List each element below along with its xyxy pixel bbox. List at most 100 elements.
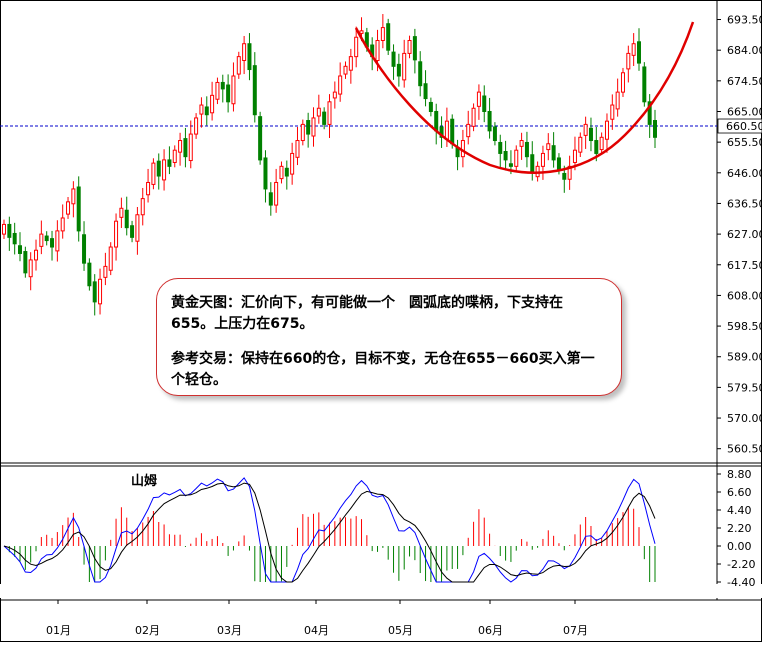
candle-body xyxy=(263,157,268,190)
candle-body xyxy=(306,120,311,135)
candle-body xyxy=(300,123,305,142)
annotation-box: 黄金天图：汇价向下，有可能做一个 圆弧底的喋柄，下支持在655。上压力在675。… xyxy=(156,278,622,396)
candle-body xyxy=(199,104,204,115)
candle-body xyxy=(135,214,140,242)
candle-body xyxy=(642,66,647,103)
candle-body xyxy=(172,149,177,163)
candle-body xyxy=(12,232,17,245)
candle-body xyxy=(258,116,263,161)
candle-body xyxy=(620,72,625,93)
candle-body xyxy=(114,220,119,248)
y-tick-label: 646.00 xyxy=(727,167,762,180)
x-tick-label: 01月 xyxy=(46,624,71,637)
x-tick-label: 05月 xyxy=(388,624,413,637)
macd-tick-label: 6.60 xyxy=(727,486,752,499)
candle-body xyxy=(556,157,561,171)
candle-body xyxy=(604,120,609,140)
candle-body xyxy=(274,181,279,206)
candle-body xyxy=(540,152,545,167)
candle-body xyxy=(482,95,487,112)
candle-body xyxy=(450,118,455,145)
candle-body xyxy=(524,141,529,158)
candle-body xyxy=(2,223,6,235)
candle-body xyxy=(418,61,423,87)
candle-body xyxy=(268,192,273,206)
candle-body xyxy=(508,163,513,167)
candle-body xyxy=(295,140,300,158)
candle-body xyxy=(396,63,401,77)
y-tick-label: 570.00 xyxy=(727,412,762,425)
macd-tick-label: 4.40 xyxy=(727,504,752,517)
candle-body xyxy=(636,41,641,64)
candle-body xyxy=(471,107,476,127)
candle-body xyxy=(492,126,497,142)
candle-body xyxy=(103,265,108,278)
y-tick-label: 693.50 xyxy=(727,14,762,27)
macd-tick-label: -4.40 xyxy=(727,576,755,589)
x-tick-label: 06月 xyxy=(478,624,503,637)
y-tick-label: 579.50 xyxy=(727,381,762,394)
macd-tick-label: 2.20 xyxy=(727,522,752,535)
candle-body xyxy=(316,107,321,117)
current-price-label: 660.50 xyxy=(726,120,762,133)
candle-body xyxy=(210,94,215,114)
candle-body xyxy=(28,259,33,278)
candle-body xyxy=(503,151,508,161)
candle-body xyxy=(39,233,44,247)
candle-body xyxy=(514,149,519,167)
candle-body xyxy=(183,138,188,158)
candle-body xyxy=(242,43,247,62)
y-tick-label: 655.50 xyxy=(727,136,762,149)
y-tick-label: 560.50 xyxy=(727,443,762,456)
candle-body xyxy=(252,65,257,116)
candle-body xyxy=(66,201,71,215)
y-tick-label: 617.50 xyxy=(727,259,762,272)
candle-body xyxy=(151,162,156,185)
candle-body xyxy=(375,39,380,62)
candle-body xyxy=(631,43,636,56)
candle-body xyxy=(34,249,39,261)
x-tick-label: 04月 xyxy=(304,624,329,637)
candle-body xyxy=(156,160,161,177)
candle-body xyxy=(311,117,316,137)
candle-body xyxy=(236,56,241,75)
candle-body xyxy=(119,207,124,218)
candle-body xyxy=(23,251,28,274)
macd-tick-label: 0.00 xyxy=(727,540,752,553)
candle-body xyxy=(594,140,599,154)
candle-body xyxy=(615,91,620,110)
candle-body xyxy=(498,141,503,154)
candle-body xyxy=(322,111,327,125)
candle-body xyxy=(167,159,172,167)
candle-body xyxy=(551,145,556,161)
candle-body xyxy=(423,83,428,100)
candle-body xyxy=(220,81,225,90)
candle-body xyxy=(44,235,49,242)
candle-body xyxy=(444,120,449,140)
candle-body xyxy=(130,225,135,238)
candle-body xyxy=(578,136,583,153)
candle-body xyxy=(108,246,113,271)
y-tick-label: 665.00 xyxy=(727,105,762,118)
candle-body xyxy=(626,52,631,70)
candle-body xyxy=(71,188,76,205)
annotation-line-1: 黄金天图：汇价向下，有可能做一个 圆弧底的喋柄，下支持在655。上压力在675。 xyxy=(171,295,563,332)
candle-body xyxy=(279,165,284,180)
candle-body xyxy=(434,110,439,132)
candle-body xyxy=(487,110,492,132)
annotation-line-2: 参考交易：保持在660的仓，目标不变，无仓在655－660买入第一个轻仓。 xyxy=(171,351,595,388)
candle-body xyxy=(162,159,167,181)
candle-body xyxy=(338,75,343,95)
candle-body xyxy=(82,234,87,264)
candle-body xyxy=(653,120,657,138)
candle-body xyxy=(572,149,577,163)
candle-body xyxy=(204,106,209,116)
candle-body xyxy=(380,27,385,41)
candle-body xyxy=(76,186,81,232)
candle-body xyxy=(124,209,129,229)
candle-body xyxy=(386,23,391,51)
x-tick-label: 02月 xyxy=(135,624,160,637)
scrollbar-track xyxy=(0,584,762,598)
candle-body xyxy=(194,117,199,135)
y-tick-label: 608.00 xyxy=(727,289,762,302)
